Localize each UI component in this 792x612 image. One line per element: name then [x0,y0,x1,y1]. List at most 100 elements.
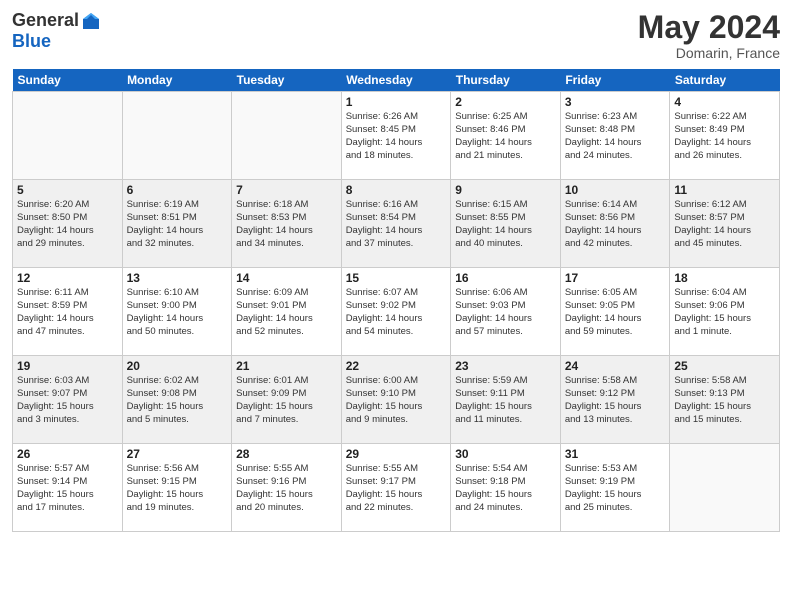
logo-icon [81,11,101,31]
cell-line: and 17 minutes. [17,502,118,515]
cell-line: Sunset: 9:08 PM [127,388,228,401]
day-number: 3 [565,95,666,109]
day-header-sunday: Sunday [13,69,123,92]
cell-line: Daylight: 14 hours [565,225,666,238]
cell-line: and 11 minutes. [455,414,556,427]
cell-line: Sunset: 9:06 PM [674,300,775,313]
cell-line: Sunrise: 6:09 AM [236,287,337,300]
cal-cell: 19Sunrise: 6:03 AMSunset: 9:07 PMDayligh… [13,356,123,444]
day-header-friday: Friday [560,69,670,92]
day-number: 21 [236,359,337,373]
cell-line: and 22 minutes. [346,502,447,515]
cell-line: Sunset: 9:00 PM [127,300,228,313]
cell-line: Daylight: 14 hours [346,225,447,238]
cell-line: and 40 minutes. [455,238,556,251]
cell-line: Sunrise: 6:00 AM [346,375,447,388]
cell-line: and 52 minutes. [236,326,337,339]
cell-line: and 29 minutes. [17,238,118,251]
cell-line: Sunset: 8:46 PM [455,124,556,137]
day-number: 23 [455,359,556,373]
cell-line: Sunset: 9:16 PM [236,476,337,489]
cell-line: and 5 minutes. [127,414,228,427]
cell-line: Sunset: 9:11 PM [455,388,556,401]
cell-line: and 7 minutes. [236,414,337,427]
day-number: 11 [674,183,775,197]
cell-line: Sunset: 9:02 PM [346,300,447,313]
cal-cell: 29Sunrise: 5:55 AMSunset: 9:17 PMDayligh… [341,444,451,532]
week-row-0: 1Sunrise: 6:26 AMSunset: 8:45 PMDaylight… [13,92,780,180]
cell-line: Sunset: 9:10 PM [346,388,447,401]
day-number: 13 [127,271,228,285]
day-number: 7 [236,183,337,197]
cell-line: and 26 minutes. [674,150,775,163]
cell-line: and 45 minutes. [674,238,775,251]
cell-line: Daylight: 14 hours [236,313,337,326]
cell-line: Sunrise: 6:12 AM [674,199,775,212]
cell-line: Daylight: 15 hours [674,313,775,326]
cell-line: Sunrise: 6:22 AM [674,111,775,124]
cal-cell: 1Sunrise: 6:26 AMSunset: 8:45 PMDaylight… [341,92,451,180]
cell-line: and 18 minutes. [346,150,447,163]
cal-cell: 28Sunrise: 5:55 AMSunset: 9:16 PMDayligh… [232,444,342,532]
cell-line: Daylight: 14 hours [674,137,775,150]
day-number: 15 [346,271,447,285]
cell-line: and 47 minutes. [17,326,118,339]
cal-cell [232,92,342,180]
week-row-1: 5Sunrise: 6:20 AMSunset: 8:50 PMDaylight… [13,180,780,268]
cell-line: Daylight: 15 hours [17,489,118,502]
cell-line: Sunset: 9:01 PM [236,300,337,313]
cell-line: Daylight: 15 hours [127,401,228,414]
cell-line: and 19 minutes. [127,502,228,515]
cell-line: Sunset: 8:49 PM [674,124,775,137]
cell-line: Sunset: 9:19 PM [565,476,666,489]
day-number: 2 [455,95,556,109]
cell-line: Sunrise: 5:55 AM [236,463,337,476]
day-number: 30 [455,447,556,461]
cell-line: Daylight: 14 hours [127,313,228,326]
cell-line: Daylight: 14 hours [455,225,556,238]
cell-line: Sunrise: 6:02 AM [127,375,228,388]
cell-line: Sunrise: 6:26 AM [346,111,447,124]
cell-line: Sunset: 9:17 PM [346,476,447,489]
cell-line: Sunrise: 5:57 AM [17,463,118,476]
location: Domarin, France [638,45,780,61]
cal-cell: 27Sunrise: 5:56 AMSunset: 9:15 PMDayligh… [122,444,232,532]
cell-line: Daylight: 14 hours [455,137,556,150]
day-number: 9 [455,183,556,197]
cell-line: Sunrise: 6:04 AM [674,287,775,300]
cell-line: and 50 minutes. [127,326,228,339]
cell-line: Sunrise: 6:25 AM [455,111,556,124]
cell-line: Sunset: 8:48 PM [565,124,666,137]
cal-cell: 17Sunrise: 6:05 AMSunset: 9:05 PMDayligh… [560,268,670,356]
cal-cell: 7Sunrise: 6:18 AMSunset: 8:53 PMDaylight… [232,180,342,268]
days-header-row: SundayMondayTuesdayWednesdayThursdayFrid… [13,69,780,92]
cell-line: and 1 minute. [674,326,775,339]
cal-cell: 21Sunrise: 6:01 AMSunset: 9:09 PMDayligh… [232,356,342,444]
cell-line: Sunset: 8:55 PM [455,212,556,225]
cell-line: and 20 minutes. [236,502,337,515]
cal-cell: 20Sunrise: 6:02 AMSunset: 9:08 PMDayligh… [122,356,232,444]
month-title: May 2024 [638,10,780,45]
logo: General Blue [12,10,101,52]
logo-blue-text: Blue [12,31,51,52]
day-number: 24 [565,359,666,373]
cell-line: Daylight: 14 hours [127,225,228,238]
day-number: 6 [127,183,228,197]
cell-line: and 24 minutes. [455,502,556,515]
cell-line: and 32 minutes. [127,238,228,251]
cell-line: Sunrise: 6:20 AM [17,199,118,212]
cell-line: Sunset: 9:07 PM [17,388,118,401]
calendar-table: SundayMondayTuesdayWednesdayThursdayFrid… [12,69,780,532]
cell-line: and 3 minutes. [17,414,118,427]
cell-line: Daylight: 15 hours [346,401,447,414]
cell-line: Daylight: 14 hours [565,313,666,326]
cell-line: Sunset: 8:54 PM [346,212,447,225]
cell-line: Sunrise: 5:58 AM [674,375,775,388]
cell-line: Sunset: 9:15 PM [127,476,228,489]
cal-cell: 30Sunrise: 5:54 AMSunset: 9:18 PMDayligh… [451,444,561,532]
cal-cell: 6Sunrise: 6:19 AMSunset: 8:51 PMDaylight… [122,180,232,268]
cell-line: Sunset: 8:51 PM [127,212,228,225]
cell-line: Daylight: 15 hours [565,401,666,414]
day-number: 26 [17,447,118,461]
cal-cell: 24Sunrise: 5:58 AMSunset: 9:12 PMDayligh… [560,356,670,444]
